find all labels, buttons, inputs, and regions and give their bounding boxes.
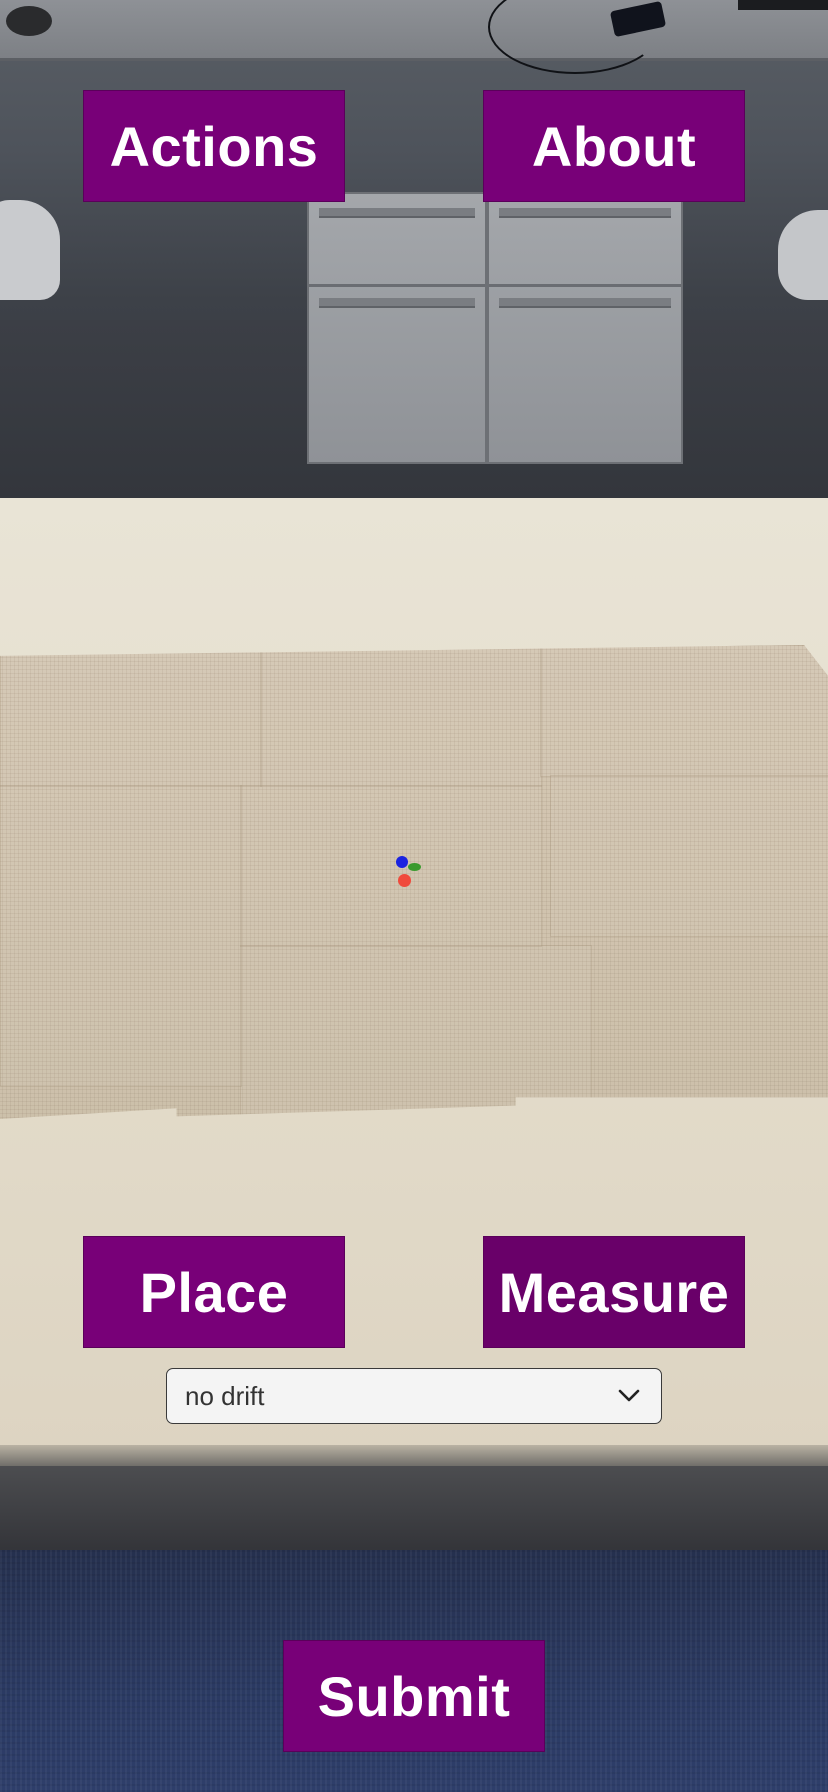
filing-cabinet-left [307,192,487,464]
ar-camera-view[interactable] [0,0,828,1792]
cabinet-drawer-line [309,284,485,287]
mat-tile [240,945,592,1117]
mat-tile [540,645,828,777]
background-mouse [6,6,52,36]
axis-y-dot [408,863,421,871]
filing-cabinet-right [487,192,683,464]
axis-z-dot [396,856,408,868]
background-chair-left [0,200,60,300]
place-button[interactable]: Place [83,1236,345,1348]
mat-tile [0,645,262,787]
mat-tile [550,775,828,937]
axis-x-dot [398,874,411,887]
cabinet-handle [499,208,671,218]
mat-tile [260,645,542,787]
drift-select[interactable]: no drift [166,1368,662,1424]
cabinet-handle [499,298,671,308]
background-desk [0,0,828,61]
cabinet-drawer-line [489,284,681,287]
actions-button[interactable]: Actions [83,90,345,202]
about-button[interactable]: About [483,90,745,202]
drift-select-value: no drift [185,1380,265,1411]
cabinet-handle [319,208,475,218]
mat-tile [0,785,242,1087]
measure-button[interactable]: Measure [483,1236,745,1348]
ar-origin-marker [396,856,426,892]
table-edge [0,1445,828,1467]
mat-tile [240,785,542,947]
background-monitor [738,0,828,10]
cabinet-handle [319,298,475,308]
chevron-down-icon [615,1382,643,1410]
submit-button[interactable]: Submit [283,1640,545,1752]
